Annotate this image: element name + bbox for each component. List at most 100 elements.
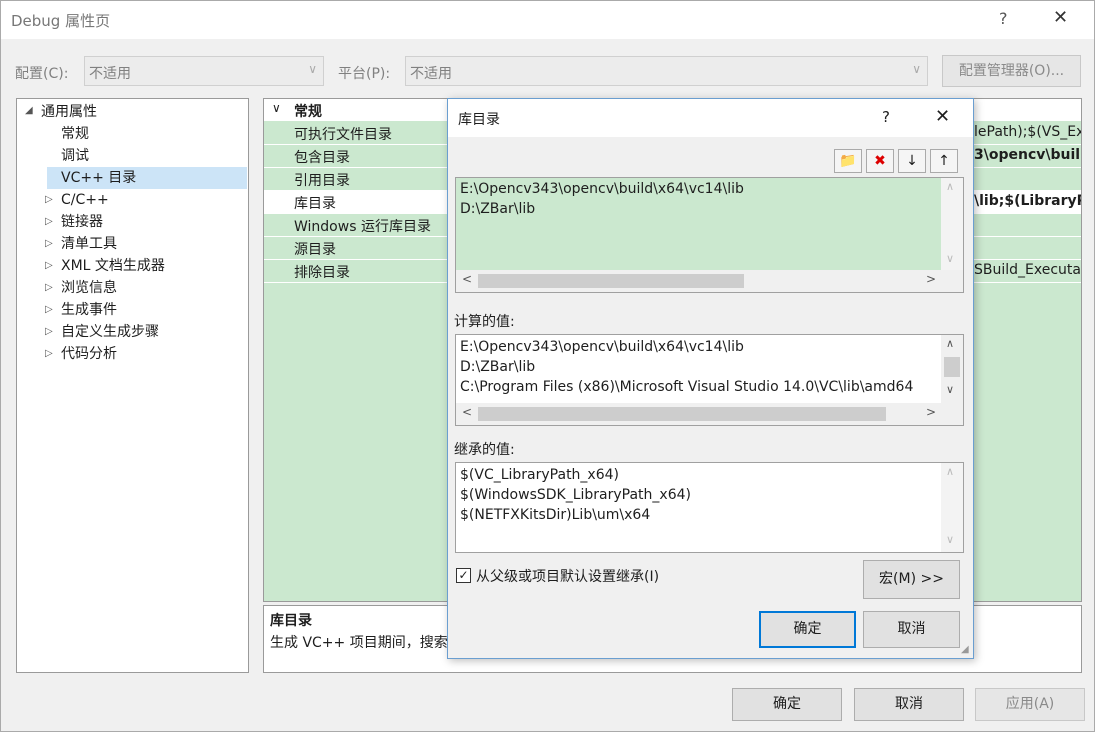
- collapsed-triangle-icon[interactable]: ▷: [45, 326, 53, 337]
- tree-group-custom-build[interactable]: 自定义生成步骤: [61, 321, 159, 343]
- help-icon[interactable]: ?: [999, 9, 1008, 28]
- list-item[interactable]: D:\ZBar\lib: [460, 201, 535, 217]
- list-item: C:\Program Files (x86)\Microsoft Visual …: [460, 379, 914, 395]
- config-label: 配置(C):: [15, 66, 69, 82]
- library-directories-dialog: 库目录 ? ✕ 📁 ✖ ↓ ↑ E:\Opencv343\opencv\buil…: [447, 98, 974, 659]
- scrollbar-thumb[interactable]: [478, 274, 744, 288]
- help-icon[interactable]: ?: [882, 108, 890, 126]
- apply-button[interactable]: 应用(A): [975, 688, 1085, 721]
- dialog-title-bar: 库目录 ? ✕: [448, 99, 973, 137]
- inherit-checkbox[interactable]: ✓: [456, 568, 471, 583]
- scroll-left-icon[interactable]: <: [462, 405, 472, 419]
- config-manager-button[interactable]: 配置管理器(O)...: [942, 55, 1081, 87]
- tree-item-label: VC++ 目录: [61, 170, 137, 186]
- scroll-right-icon[interactable]: >: [926, 405, 936, 419]
- collapsed-triangle-icon[interactable]: ▷: [45, 282, 53, 293]
- property-tree: ◢ 通用属性 常规 调试 VC++ 目录 ▷ C/C++ ▷ 链接器 ▷ 清单工…: [16, 98, 249, 673]
- collapsed-triangle-icon[interactable]: ▷: [45, 194, 53, 205]
- config-select[interactable]: 不适用 ∨: [84, 56, 324, 86]
- dialog-title: 库目录: [458, 112, 500, 128]
- vertical-scrollbar[interactable]: ∧ ∨: [941, 178, 963, 270]
- tree-group-build-events[interactable]: 生成事件: [61, 299, 117, 321]
- tree-group-cpp[interactable]: C/C++: [61, 189, 109, 211]
- tree-group-manifest-tool[interactable]: 清单工具: [61, 233, 117, 255]
- checkmark-icon: ✓: [458, 568, 469, 582]
- row-name: 源目录: [294, 242, 336, 258]
- tree-group-linker[interactable]: 链接器: [61, 211, 103, 233]
- title-bar: Debug 属性页 ? ✕: [1, 1, 1094, 39]
- directory-list[interactable]: E:\Opencv343\opencv\build\x64\vc14\lib D…: [455, 177, 964, 293]
- list-item: $(NETFXKitsDir)Lib\um\x64: [460, 507, 651, 523]
- row-value: \lib;$(LibraryPa: [974, 193, 1081, 209]
- tree-item-vc-directories[interactable]: VC++ 目录: [47, 167, 247, 189]
- platform-label: 平台(P):: [338, 66, 391, 82]
- tree-group-code-analysis[interactable]: 代码分析: [61, 343, 117, 365]
- row-name: 库目录: [294, 196, 336, 212]
- list-item[interactable]: E:\Opencv343\opencv\build\x64\vc14\lib: [460, 181, 744, 197]
- computed-values-label: 计算的值:: [454, 314, 515, 330]
- chevron-down-icon[interactable]: ∨: [272, 101, 281, 115]
- move-down-icon[interactable]: ↓: [898, 149, 926, 173]
- vertical-scrollbar[interactable]: ∧ ∨: [941, 335, 963, 403]
- row-value: 3\opencv\buil: [974, 147, 1081, 163]
- config-value: 不适用: [89, 66, 131, 82]
- delete-icon[interactable]: ✖: [866, 149, 894, 173]
- list-item: $(WindowsSDK_LibraryPath_x64): [460, 487, 691, 503]
- row-name: Windows 运行库目录: [294, 219, 431, 235]
- new-line-folder-icon[interactable]: 📁: [834, 149, 862, 173]
- inherit-checkbox-label[interactable]: 从父级或项目默认设置继承(I): [476, 566, 659, 586]
- scrollbar-thumb[interactable]: [478, 407, 886, 421]
- platform-value: 不适用: [410, 66, 452, 82]
- scroll-up-icon[interactable]: ∧: [946, 337, 954, 350]
- window-title: Debug 属性页: [11, 12, 111, 30]
- tree-item-debugging[interactable]: 调试: [61, 145, 89, 167]
- row-name: 包含目录: [294, 150, 350, 166]
- inherited-values-list: $(VC_LibraryPath_x64) $(WindowsSDK_Libra…: [455, 462, 964, 553]
- section-title: 常规: [294, 104, 322, 120]
- move-up-icon[interactable]: ↑: [930, 149, 958, 173]
- cancel-button[interactable]: 取消: [854, 688, 964, 721]
- inherited-values-label: 继承的值:: [454, 442, 515, 458]
- computed-values-list: E:\Opencv343\opencv\build\x64\vc14\lib D…: [455, 334, 964, 426]
- collapsed-triangle-icon[interactable]: ▷: [45, 304, 53, 315]
- description-title: 库目录: [270, 613, 312, 629]
- tree-group-browse-info[interactable]: 浏览信息: [61, 277, 117, 299]
- scroll-down-icon[interactable]: ∨: [946, 533, 954, 546]
- scroll-down-icon[interactable]: ∨: [946, 383, 954, 396]
- row-value: SBuild_Executa: [974, 262, 1081, 278]
- description-text: 生成 VC++ 项目期间，搜索: [270, 635, 448, 651]
- collapsed-triangle-icon[interactable]: ▷: [45, 260, 53, 271]
- row-name: 可执行文件目录: [294, 127, 392, 143]
- close-icon[interactable]: ✕: [935, 106, 950, 127]
- vertical-scrollbar[interactable]: ∧ ∨: [941, 463, 963, 552]
- macro-button[interactable]: 宏(M) >>: [863, 560, 960, 599]
- row-name: 排除目录: [294, 265, 350, 281]
- list-item: $(VC_LibraryPath_x64): [460, 467, 619, 483]
- collapsed-triangle-icon[interactable]: ▷: [45, 216, 53, 227]
- scroll-right-icon[interactable]: >: [926, 272, 936, 286]
- list-item: E:\Opencv343\opencv\build\x64\vc14\lib: [460, 339, 744, 355]
- resize-grip-icon[interactable]: ◢: [961, 644, 969, 655]
- expanded-triangle-icon[interactable]: ◢: [25, 105, 33, 116]
- collapsed-triangle-icon[interactable]: ▷: [45, 238, 53, 249]
- scroll-up-icon[interactable]: ∧: [946, 180, 954, 193]
- scroll-up-icon[interactable]: ∧: [946, 465, 954, 478]
- platform-select[interactable]: 不适用 ∨: [405, 56, 928, 86]
- list-item: D:\ZBar\lib: [460, 359, 536, 375]
- chevron-down-icon: ∨: [912, 62, 921, 76]
- scroll-down-icon[interactable]: ∨: [946, 252, 954, 265]
- collapsed-triangle-icon[interactable]: ▷: [45, 348, 53, 359]
- dialog-ok-button[interactable]: 确定: [759, 611, 856, 648]
- chevron-down-icon: ∨: [308, 62, 317, 76]
- horizontal-scrollbar[interactable]: < >: [456, 403, 963, 425]
- tree-group-xml-doc[interactable]: XML 文档生成器: [61, 255, 165, 277]
- scrollbar-thumb[interactable]: [944, 357, 960, 377]
- scroll-left-icon[interactable]: <: [462, 272, 472, 286]
- tree-item-general[interactable]: 常规: [61, 123, 89, 145]
- close-icon[interactable]: ✕: [1053, 7, 1068, 28]
- tree-root-common-properties[interactable]: 通用属性: [41, 101, 97, 123]
- dialog-cancel-button[interactable]: 取消: [863, 611, 960, 648]
- row-name: 引用目录: [294, 173, 350, 189]
- ok-button[interactable]: 确定: [732, 688, 842, 721]
- horizontal-scrollbar[interactable]: < >: [456, 270, 963, 292]
